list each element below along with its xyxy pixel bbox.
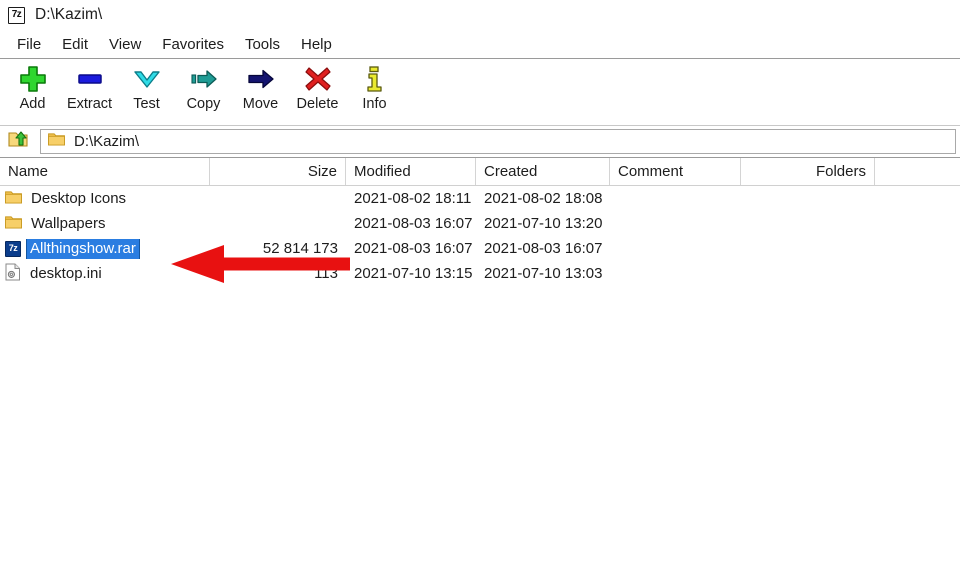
info-button[interactable]: Info	[346, 59, 403, 121]
row-modified-cell: 2021-08-03 16:07	[354, 215, 473, 232]
info-label: Info	[362, 96, 387, 112]
extract-button[interactable]: Extract	[61, 59, 118, 121]
row-modified-cell: 2021-08-03 16:07	[354, 240, 473, 257]
column-header-name[interactable]: Name	[0, 158, 210, 185]
copy-label: Copy	[186, 96, 221, 112]
copy-arrow-icon	[186, 63, 222, 95]
file-list: Desktop Icons 2021-08-02 18:11 2021-08-0…	[0, 186, 960, 286]
menu-bar: File Edit View Favorites Tools Help	[0, 30, 960, 58]
copy-button[interactable]: Copy	[175, 59, 232, 121]
row-modified-cell: 2021-07-10 13:15	[354, 265, 473, 282]
table-row[interactable]: Wallpapers 2021-08-03 16:07 2021-07-10 1…	[0, 211, 960, 236]
row-name-cell[interactable]: Desktop Icons	[0, 189, 210, 209]
table-row[interactable]: Desktop Icons 2021-08-02 18:11 2021-08-0…	[0, 186, 960, 211]
row-created-cell: 2021-08-02 18:08	[484, 190, 603, 207]
row-name-text: Allthingshow.rar	[26, 238, 140, 259]
row-name-cell[interactable]: 7z Allthingshow.rar	[0, 238, 210, 259]
plus-icon	[15, 63, 51, 95]
add-button[interactable]: Add	[4, 59, 61, 121]
row-name-text: Wallpapers	[31, 214, 106, 232]
column-header-modified[interactable]: Modified	[346, 158, 476, 185]
move-arrow-icon	[243, 63, 279, 95]
folder-icon	[5, 190, 22, 208]
menu-help[interactable]: Help	[291, 34, 343, 55]
table-row[interactable]: desktop.ini 113 2021-07-10 13:15 2021-07…	[0, 261, 960, 286]
delete-label: Delete	[296, 96, 339, 112]
chevron-down-icon	[129, 63, 165, 95]
row-name-text: Desktop Icons	[31, 189, 127, 207]
column-header-comment[interactable]: Comment	[610, 158, 741, 185]
menu-tools[interactable]: Tools	[235, 34, 291, 55]
menu-view[interactable]: View	[99, 34, 152, 55]
sevenzip-file-icon: 7z	[5, 240, 21, 257]
row-size-cell: 52 814 173	[262, 240, 338, 257]
address-field[interactable]: D:\Kazim\	[40, 129, 956, 154]
address-path-text: D:\Kazim\	[74, 133, 140, 150]
row-created-cell: 2021-07-10 13:20	[484, 215, 603, 232]
move-label: Move	[242, 96, 279, 112]
row-modified-cell: 2021-08-02 18:11	[354, 190, 472, 207]
row-name-text: desktop.ini	[30, 264, 102, 282]
column-header-size[interactable]: Size	[210, 158, 346, 185]
address-bar: D:\Kazim\	[0, 126, 960, 157]
row-name-cell[interactable]: desktop.ini	[0, 263, 210, 285]
table-row-selected[interactable]: 7z Allthingshow.rar 52 814 173 2021-08-0…	[0, 236, 960, 261]
menu-edit[interactable]: Edit	[52, 34, 99, 55]
delete-button[interactable]: Delete	[289, 59, 346, 121]
row-name-cell[interactable]: Wallpapers	[0, 214, 210, 234]
menu-favorites[interactable]: Favorites	[152, 34, 235, 55]
column-header-created[interactable]: Created	[476, 158, 610, 185]
up-one-level-button[interactable]	[4, 128, 34, 155]
menu-file[interactable]: File	[7, 34, 52, 55]
sevenzip-icon: 7z	[8, 6, 25, 24]
row-size-cell: 113	[314, 265, 338, 282]
move-button[interactable]: Move	[232, 59, 289, 121]
test-button[interactable]: Test	[118, 59, 175, 121]
column-header-folders[interactable]: Folders	[741, 158, 875, 185]
folder-icon	[5, 215, 22, 233]
title-bar: 7z D:\Kazim\	[0, 0, 960, 30]
toolbar: Add Extract Test Copy Move Delete Info	[0, 59, 960, 125]
test-label: Test	[133, 96, 160, 112]
extract-label: Extract	[66, 96, 113, 112]
red-x-icon	[300, 63, 336, 95]
folder-up-icon	[8, 129, 30, 154]
extract-bar-icon	[72, 63, 108, 95]
add-label: Add	[19, 96, 46, 112]
column-header-row: Name Size Modified Created Comment Folde…	[0, 158, 960, 186]
info-i-icon	[357, 63, 393, 95]
ini-file-icon	[5, 263, 21, 285]
row-created-cell: 2021-08-03 16:07	[484, 240, 603, 257]
row-created-cell: 2021-07-10 13:03	[484, 265, 603, 282]
folder-icon	[48, 132, 65, 151]
window-title: D:\Kazim\	[35, 6, 103, 23]
